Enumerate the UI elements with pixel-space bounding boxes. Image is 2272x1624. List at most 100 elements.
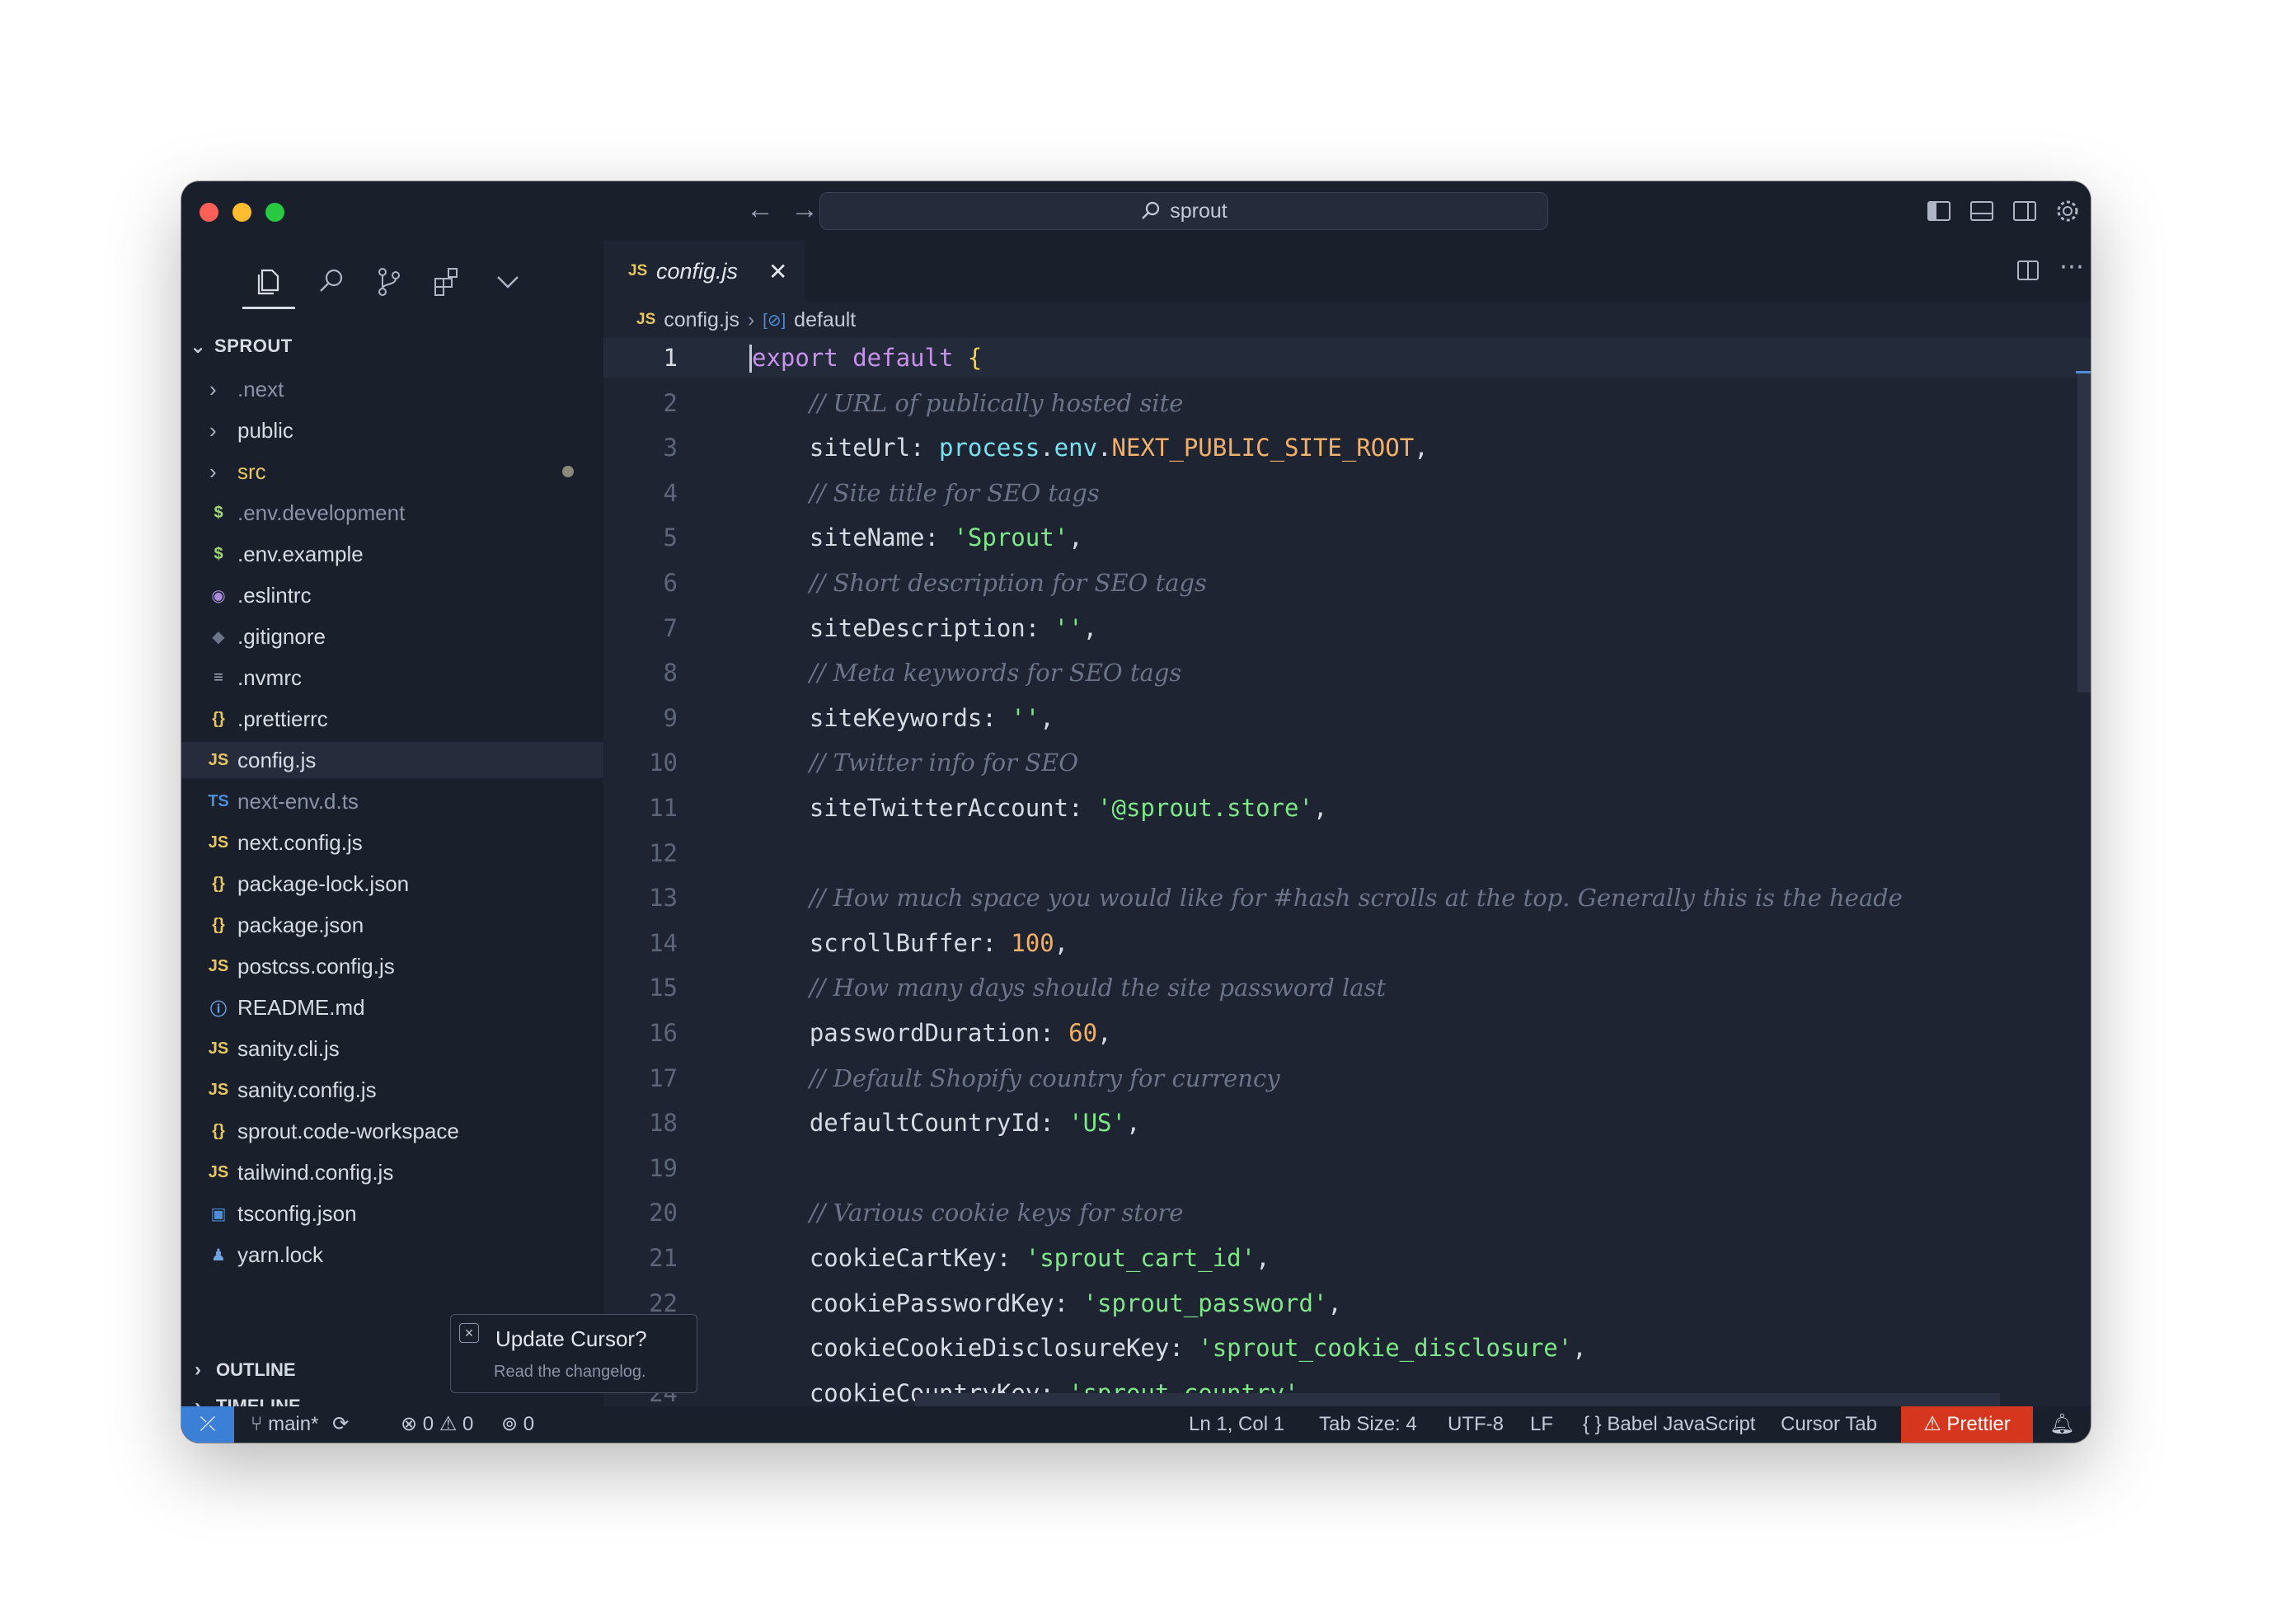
code-text: // Site title for SEO tags	[752, 473, 1100, 513]
line-number: 8	[663, 659, 678, 688]
more-actions-icon[interactable]: ⋯	[2059, 252, 2084, 281]
close-icon[interactable]: ×	[459, 1323, 479, 1343]
file-item[interactable]: $ .env.example	[181, 536, 603, 572]
code-line[interactable]: 22 cookiePasswordKey: 'sprout_password',	[603, 1284, 2091, 1323]
code-line[interactable]: 20 // Various cookie keys for store	[603, 1193, 2091, 1232]
toggle-primary-sidebar-icon[interactable]	[1926, 198, 1952, 224]
explorer-section-header[interactable]: ⌄ SPROUT	[190, 331, 293, 361]
sync-icon[interactable]: ⟳	[332, 1413, 349, 1435]
editor-window: ← → sprout ⌄ SPROUT › .next › public › src $ .e…	[181, 181, 2091, 1443]
vertical-scrollbar[interactable]	[2077, 371, 2091, 692]
zoom-window-button[interactable]	[265, 203, 284, 222]
explorer-title: SPROUT	[214, 336, 293, 356]
code-line[interactable]: 8 // Meta keywords for SEO tags	[603, 653, 2091, 692]
code-line[interactable]: 4 // Site title for SEO tags	[603, 473, 2091, 513]
update-notification[interactable]: × Update Cursor? Read the changelog.	[450, 1314, 697, 1393]
file-item[interactable]: JS sanity.config.js	[181, 1072, 603, 1108]
code-token: scrollBuffer:	[809, 928, 1012, 957]
gear-icon[interactable]	[2054, 198, 2081, 224]
remote-indicator-icon[interactable]: ⤫	[181, 1406, 234, 1443]
file-item[interactable]: $ .env.development	[181, 495, 603, 531]
ports-status[interactable]: ⊚ 0	[501, 1406, 534, 1443]
close-icon[interactable]: ✕	[768, 258, 787, 285]
code-line[interactable]: 3 siteUrl: process.env.NEXT_PUBLIC_SITE_…	[603, 428, 2091, 467]
file-item[interactable]: JS sanity.cli.js	[181, 1030, 603, 1067]
file-item[interactable]: {} package-lock.json	[181, 866, 603, 902]
source-control-icon[interactable]	[371, 264, 407, 300]
back-arrow-icon[interactable]: ←	[744, 193, 777, 226]
file-item[interactable]: ≡ .nvmrc	[181, 659, 603, 696]
breadcrumb-file[interactable]: config.js	[664, 308, 739, 332]
file-item[interactable]: ▣ tsconfig.json	[181, 1195, 603, 1232]
code-line[interactable]: 10 // Twitter info for SEO	[603, 743, 2091, 782]
folder-item[interactable]: › public	[181, 412, 603, 448]
code-line[interactable]: 2 // URL of publically hosted site	[603, 383, 2091, 423]
split-editor-icon[interactable]	[2015, 257, 2041, 284]
toggle-secondary-sidebar-icon[interactable]	[2011, 198, 2038, 224]
bell-icon[interactable]: 🔔︎	[2049, 1406, 2074, 1443]
changelog-link[interactable]: Read the changelog.	[494, 1363, 646, 1382]
search-icon[interactable]	[313, 264, 350, 300]
extensions-icon[interactable]	[429, 264, 465, 300]
file-item[interactable]: JS tailwind.config.js	[181, 1154, 603, 1190]
code-line[interactable]: 19	[603, 1148, 2091, 1188]
code-line[interactable]: 9 siteKeywords: '',	[603, 698, 2091, 738]
language-mode[interactable]: { } Babel JavaScript	[1583, 1406, 1755, 1443]
file-item[interactable]: {} sprout.code-workspace	[181, 1113, 603, 1149]
file-item[interactable]: {} package.json	[181, 907, 603, 943]
js-icon: JS	[208, 750, 229, 769]
toggle-panel-icon[interactable]	[1969, 198, 1995, 224]
end-of-line[interactable]: LF	[1530, 1406, 1553, 1443]
breadcrumb-symbol[interactable]: default	[794, 308, 856, 332]
file-item[interactable]: JS next.config.js	[181, 824, 603, 861]
code-line[interactable]: 17 // Default Shopify country for curren…	[603, 1058, 2091, 1098]
chevron-down-icon[interactable]	[490, 264, 526, 300]
explorer-files-icon[interactable]	[251, 264, 287, 300]
code-line[interactable]: 6 // Short description for SEO tags	[603, 563, 2091, 603]
code-line[interactable]: 16 passwordDuration: 60,	[603, 1013, 2091, 1053]
tab-config-js[interactable]: JS config.js ✕	[603, 241, 805, 302]
file-item[interactable]: ◉ .eslintrc	[181, 577, 603, 613]
file-item[interactable]: ⓘ README.md	[181, 989, 603, 1026]
code-token: siteName:	[809, 523, 954, 552]
cursor-tab-status[interactable]: Cursor Tab	[1781, 1406, 1877, 1443]
code-line[interactable]: 21 cookieCartKey: 'sprout_cart_id',	[603, 1238, 2091, 1278]
cursor-position[interactable]: Ln 1, Col 1	[1189, 1406, 1284, 1443]
code-line[interactable]: 7 siteDescription: '',	[603, 608, 2091, 648]
code-line[interactable]: 23 cookieCookieDisclosureKey: 'sprout_co…	[603, 1328, 2091, 1368]
file-item[interactable]: ◆ .gitignore	[181, 618, 603, 655]
encoding[interactable]: UTF-8	[1448, 1406, 1504, 1443]
code-line[interactable]: 12	[603, 833, 2091, 873]
forward-arrow-icon[interactable]: →	[788, 193, 821, 226]
file-item[interactable]: ♟ yarn.lock	[181, 1237, 603, 1273]
code-line[interactable]: 18 defaultCountryId: 'US',	[603, 1103, 2091, 1143]
tab-size[interactable]: Tab Size: 4	[1319, 1406, 1417, 1443]
code-line[interactable]: 15 // How many days should the site pass…	[603, 968, 2091, 1007]
line-number: 19	[649, 1153, 678, 1182]
prettier-status[interactable]: ⚠ Prettier	[1901, 1406, 2033, 1443]
file-name: .gitignore	[237, 623, 326, 649]
file-item[interactable]: JS config.js	[181, 742, 603, 778]
folder-item[interactable]: › src	[181, 453, 603, 490]
code-line[interactable]: 13 // How much space you would like for …	[603, 878, 2091, 918]
branch-status[interactable]: ⑂ main* ⟳	[251, 1406, 349, 1443]
code-line[interactable]: 11 siteTwitterAccount: '@sprout.store',	[603, 788, 2091, 828]
code-line[interactable]: 1 export default {	[603, 338, 2091, 378]
file-item[interactable]: TS next-env.d.ts	[181, 783, 603, 819]
code-editor[interactable]: 1 export default { 2 // URL of publically …	[603, 338, 2091, 1406]
code-line[interactable]: 14 scrollBuffer: 100,	[603, 923, 2091, 963]
problems-status[interactable]: ⊗ 0 ⚠ 0	[401, 1406, 473, 1443]
code-line[interactable]: 5 siteName: 'Sprout',	[603, 518, 2091, 557]
folder-item[interactable]: › .next	[181, 371, 603, 407]
command-center-search[interactable]: sprout	[819, 192, 1548, 230]
close-window-button[interactable]	[200, 203, 218, 222]
minimize-window-button[interactable]	[232, 203, 251, 222]
horizontal-scrollbar[interactable]	[915, 1393, 2000, 1406]
line-number: 21	[649, 1244, 678, 1272]
code-text: // How much space you would like for #ha…	[752, 878, 1903, 918]
file-item[interactable]: {} .prettierrc	[181, 701, 603, 737]
file-item[interactable]: JS postcss.config.js	[181, 948, 603, 984]
outline-section-header[interactable]: › OUTLINE	[181, 1352, 296, 1388]
